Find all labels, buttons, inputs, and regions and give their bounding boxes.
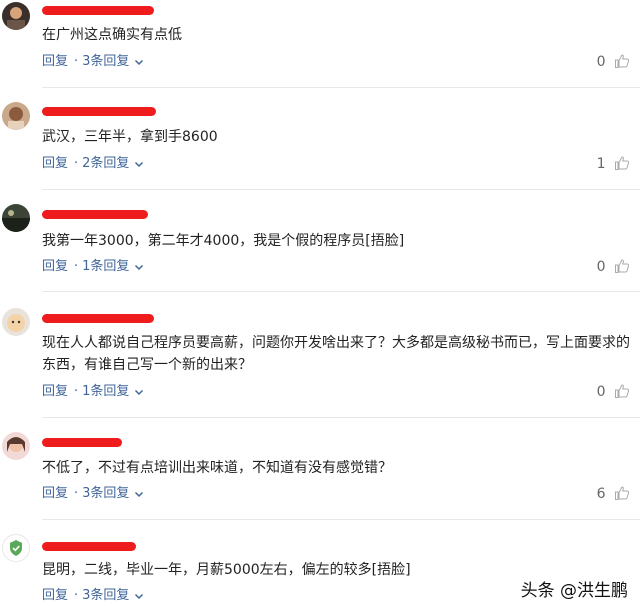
chevron-down-icon xyxy=(134,593,143,599)
comment-actions: 回复 · 3条回复 xyxy=(42,587,144,605)
chevron-down-icon xyxy=(134,264,143,270)
reply-button[interactable]: 回复 xyxy=(42,258,68,276)
like-button[interactable]: 6 xyxy=(597,485,630,503)
reply-button[interactable]: 回复 xyxy=(42,53,68,71)
username-redacted xyxy=(42,210,148,219)
like-count: 6 xyxy=(596,486,606,502)
separator-dot: · xyxy=(74,259,79,274)
watermark: 头条 @洪生鹏 xyxy=(520,581,628,601)
username-redacted xyxy=(42,6,154,15)
thumbs-up-icon xyxy=(615,486,630,500)
view-replies-button[interactable]: 2条回复 xyxy=(82,155,129,173)
like-count: 1 xyxy=(596,156,606,172)
comment-item: 武汉，三年半，拿到手8600 回复 · 2条回复 1 xyxy=(0,88,640,190)
thumbs-up-icon xyxy=(615,259,630,273)
comment-actions: 回复 · 3条回复 xyxy=(42,485,144,503)
username-redacted xyxy=(42,438,122,447)
reply-button[interactable]: 回复 xyxy=(42,155,68,173)
comment-text: 在广州这点确实有点低 xyxy=(42,27,182,43)
thumbs-up-icon xyxy=(615,384,630,398)
like-button[interactable]: 0 xyxy=(597,53,630,71)
separator-dot: · xyxy=(74,486,79,501)
user-avatar[interactable] xyxy=(2,432,30,460)
view-replies-button[interactable]: 1条回复 xyxy=(82,383,129,401)
user-avatar[interactable] xyxy=(2,534,30,562)
comment-item: 我第一年3000，第二年才4000，我是个假的程序员[捂脸] 回复 · 1条回复 0 xyxy=(0,190,640,292)
view-replies-button[interactable]: 3条回复 xyxy=(82,587,129,605)
comment-actions: 回复 · 2条回复 xyxy=(42,155,144,173)
user-avatar[interactable] xyxy=(2,308,30,336)
chevron-down-icon xyxy=(134,491,143,497)
comment-text: 现在人人都说自己程序员要高薪，问题你开发啥出来了？大多都是高级秘书而已，写上面要… xyxy=(42,335,630,373)
view-replies-button[interactable]: 1条回复 xyxy=(82,258,129,276)
reply-button[interactable]: 回复 xyxy=(42,383,68,401)
like-count: 0 xyxy=(596,259,606,275)
comment-item: 不低了，不过有点培训出来味道，不知道有没有感觉错？ 回复 · 3条回复 6 xyxy=(0,418,640,520)
separator-dot: · xyxy=(74,156,79,171)
comment-text: 我第一年3000，第二年才4000，我是个假的程序员[捂脸] xyxy=(42,233,405,249)
view-replies-button[interactable]: 3条回复 xyxy=(82,485,129,503)
comment-item: 现在人人都说自己程序员要高薪，问题你开发啥出来了？大多都是高级秘书而已，写上面要… xyxy=(0,292,640,418)
like-count: 0 xyxy=(596,54,606,70)
like-button[interactable]: 1 xyxy=(597,155,630,173)
comment-actions: 回复 · 1条回复 xyxy=(42,383,144,401)
comment-actions: 回复 · 1条回复 xyxy=(42,258,144,276)
view-replies-button[interactable]: 3条回复 xyxy=(82,53,129,71)
reply-button[interactable]: 回复 xyxy=(42,587,68,605)
chevron-down-icon xyxy=(134,59,143,65)
separator-dot: · xyxy=(74,384,79,399)
like-count: 0 xyxy=(596,384,606,400)
chevron-down-icon xyxy=(134,389,143,395)
user-avatar[interactable] xyxy=(2,2,30,30)
username-redacted xyxy=(42,542,136,551)
username-redacted xyxy=(42,314,154,323)
reply-button[interactable]: 回复 xyxy=(42,485,68,503)
comment-item: 在广州这点确实有点低 回复 · 3条回复 0 xyxy=(0,0,640,88)
comment-text: 不低了，不过有点培训出来味道，不知道有没有感觉错？ xyxy=(42,460,392,476)
comment-actions: 回复 · 3条回复 xyxy=(42,53,144,71)
thumbs-up-icon xyxy=(615,156,630,170)
separator-dot: · xyxy=(74,54,79,69)
like-button[interactable]: 0 xyxy=(597,383,630,401)
username-redacted xyxy=(42,107,156,116)
like-button[interactable]: 0 xyxy=(597,258,630,276)
chevron-down-icon xyxy=(134,161,143,167)
user-avatar[interactable] xyxy=(2,204,30,232)
user-avatar[interactable] xyxy=(2,102,30,130)
thumbs-up-icon xyxy=(615,54,630,68)
comment-text: 武汉，三年半，拿到手8600 xyxy=(42,129,218,145)
separator-dot: · xyxy=(74,588,79,603)
